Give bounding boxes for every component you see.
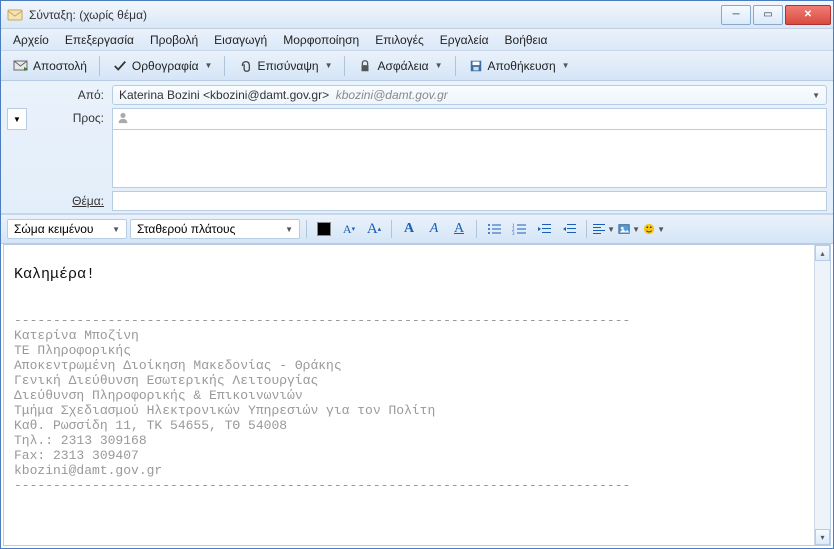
attach-button[interactable]: Επισύναψη ▼ (231, 55, 338, 77)
chevron-down-icon[interactable]: ▼ (435, 61, 443, 70)
send-label: Αποστολή (33, 59, 87, 73)
chevron-down-icon[interactable]: ▼ (562, 61, 570, 70)
scroll-up-icon[interactable]: ▴ (815, 245, 830, 261)
chevron-down-icon: ▼ (607, 225, 615, 234)
close-button[interactable]: ✕ (785, 5, 831, 25)
save-icon (468, 58, 484, 74)
toolbar-separator (99, 56, 100, 76)
editor-scrollbar[interactable]: ▴ ▾ (814, 245, 830, 545)
to-label: Προς: (27, 108, 112, 125)
outdent-button[interactable] (533, 218, 555, 240)
toolbar-separator (306, 220, 307, 238)
align-button[interactable]: ▼ (593, 218, 615, 240)
svg-text:3: 3 (512, 232, 515, 236)
window-title: Σύνταξη: (χωρίς θέμα) (29, 8, 719, 22)
toolbar-separator (391, 220, 392, 238)
image-icon (618, 222, 630, 236)
toolbar-separator (344, 56, 345, 76)
toolbar-separator (476, 220, 477, 238)
lock-icon (357, 58, 373, 74)
chevron-down-icon: ▼ (632, 225, 640, 234)
chevron-down-icon: ▼ (657, 225, 665, 234)
main-toolbar: Αποστολή Ορθογραφία ▼ Επισύναψη ▼ Ασφάλε… (1, 51, 833, 81)
color-swatch-icon (317, 222, 331, 236)
bullet-list-button[interactable] (483, 218, 505, 240)
save-label: Αποθήκευση (488, 59, 556, 73)
message-headers: Από: Katerina Bozini <kbozini@damt.gov.g… (1, 81, 833, 214)
attach-label: Επισύναψη (257, 59, 318, 73)
to-field[interactable] (112, 108, 827, 130)
menu-help[interactable]: Βοήθεια (497, 31, 556, 49)
scroll-down-icon[interactable]: ▾ (815, 529, 830, 545)
app-icon (7, 7, 23, 23)
font-family-combo[interactable]: Σταθερού πλάτους ▼ (130, 219, 300, 239)
greeting-text: Καλημέρα! (14, 266, 95, 283)
menu-tools[interactable]: Εργαλεία (432, 31, 497, 49)
chevron-down-icon: ▼ (285, 225, 293, 234)
toolbar-separator (586, 220, 587, 238)
subject-label: Θέμα: (7, 191, 112, 208)
from-email-gray: kbozini@damt.gov.gr (336, 88, 448, 102)
chevron-down-icon: ▼ (112, 225, 120, 234)
paperclip-icon (237, 58, 253, 74)
smiley-icon (643, 222, 655, 236)
menu-insert[interactable]: Εισαγωγή (206, 31, 275, 49)
bold-button[interactable]: A (398, 218, 420, 240)
chevron-down-icon[interactable]: ▼ (325, 61, 333, 70)
menu-file[interactable]: Αρχείο (5, 31, 57, 49)
from-field[interactable]: Katerina Bozini <kbozini@damt.gov.gr> kb… (112, 85, 827, 105)
send-icon (13, 58, 29, 74)
paragraph-style-combo[interactable]: Σώμα κειμένου ▼ (7, 219, 127, 239)
window-controls: ─ ▭ ✕ (719, 5, 831, 25)
underline-button[interactable]: A (448, 218, 470, 240)
italic-button[interactable]: A (423, 218, 445, 240)
message-body-editor[interactable]: Καλημέρα! ------------------------------… (3, 244, 831, 546)
send-button[interactable]: Αποστολή (7, 55, 93, 77)
insert-image-button[interactable]: ▼ (618, 218, 640, 240)
menubar: Αρχείο Επεξεργασία Προβολή Εισαγωγή Μορφ… (1, 29, 833, 51)
chevron-down-icon[interactable]: ▼ (205, 61, 213, 70)
font-larger-button[interactable]: A▴ (363, 218, 385, 240)
text-color-button[interactable] (313, 218, 335, 240)
subject-field[interactable] (112, 191, 827, 211)
compose-window: Σύνταξη: (χωρίς θέμα) ─ ▭ ✕ Αρχείο Επεξε… (0, 0, 834, 549)
menu-options[interactable]: Επιλογές (367, 31, 432, 49)
signature-block: ----------------------------------------… (14, 313, 630, 493)
check-icon (112, 58, 128, 74)
contact-icon (117, 112, 131, 126)
minimize-button[interactable]: ─ (721, 5, 751, 25)
emoji-button[interactable]: ▼ (643, 218, 665, 240)
menu-edit[interactable]: Επεξεργασία (57, 31, 142, 49)
toolbar-separator (224, 56, 225, 76)
titlebar: Σύνταξη: (χωρίς θέμα) ─ ▭ ✕ (1, 1, 833, 29)
recipients-extra-area[interactable] (112, 130, 827, 188)
maximize-button[interactable]: ▭ (753, 5, 783, 25)
chevron-down-icon[interactable]: ▼ (812, 91, 820, 100)
align-left-icon (593, 224, 605, 234)
security-button[interactable]: Ασφάλεια ▼ (351, 55, 448, 77)
format-toolbar: Σώμα κειμένου ▼ Σταθερού πλάτους ▼ A▾ A▴… (1, 214, 833, 244)
toolbar-separator (455, 56, 456, 76)
indent-button[interactable] (558, 218, 580, 240)
from-label: Από: (7, 85, 112, 102)
menu-format[interactable]: Μορφοποίηση (275, 31, 367, 49)
security-label: Ασφάλεια (377, 59, 428, 73)
menu-view[interactable]: Προβολή (142, 31, 206, 49)
recipient-type-dropdown[interactable]: ▼ (7, 108, 27, 130)
save-button[interactable]: Αποθήκευση ▼ (462, 55, 576, 77)
spellcheck-button[interactable]: Ορθογραφία ▼ (106, 55, 219, 77)
paragraph-style-value: Σώμα κειμένου (14, 222, 94, 236)
spellcheck-label: Ορθογραφία (132, 59, 199, 73)
from-value: Katerina Bozini <kbozini@damt.gov.gr> (119, 88, 329, 102)
font-family-value: Σταθερού πλάτους (137, 222, 235, 236)
font-smaller-button[interactable]: A▾ (338, 218, 360, 240)
numbered-list-button[interactable]: 123 (508, 218, 530, 240)
